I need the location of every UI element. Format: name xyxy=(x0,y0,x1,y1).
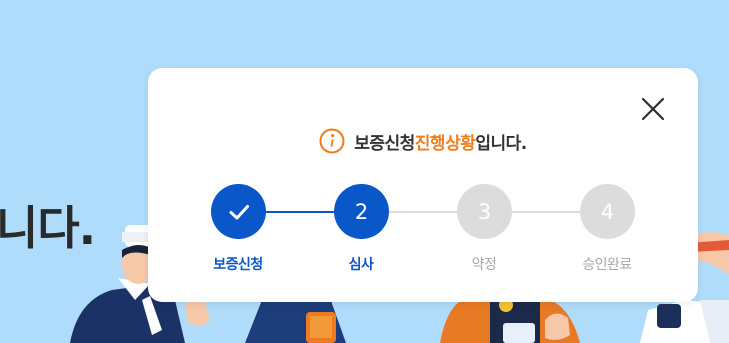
close-button[interactable] xyxy=(638,94,668,124)
check-icon xyxy=(229,204,249,219)
progress-stepper: 2 3 4 보증신청 심사 약정 승인완료 xyxy=(148,184,698,274)
step-4-circle: 4 xyxy=(580,184,635,239)
step-2-label: 심사 xyxy=(348,257,374,273)
info-icon xyxy=(319,128,345,154)
step-3-circle: 3 xyxy=(457,184,512,239)
step-2-number: 2 xyxy=(354,199,369,224)
step-1-circle xyxy=(211,184,266,239)
status-message: 보증신청 진행상황 입니다. xyxy=(148,127,698,155)
step-3-label: 약정 xyxy=(471,257,497,273)
step-4-label: 승인완료 xyxy=(582,257,632,273)
message-highlight: 진행상황 xyxy=(414,133,476,154)
step-4-number: 4 xyxy=(600,199,615,224)
step-2-circle: 2 xyxy=(334,184,389,239)
person-orange-illustration xyxy=(440,298,580,343)
step-3-number: 3 xyxy=(477,199,492,224)
progress-modal: 보증신청 진행상황 입니다. 2 3 4 보증신청 심사 약정 승인완료 xyxy=(148,68,698,302)
step-1-label: 보증신청 xyxy=(213,257,263,273)
close-icon xyxy=(641,97,665,121)
message-prefix: 보증신청 xyxy=(354,133,415,154)
message-suffix: 입니다. xyxy=(475,133,527,154)
person-hand-illustration xyxy=(185,298,210,326)
